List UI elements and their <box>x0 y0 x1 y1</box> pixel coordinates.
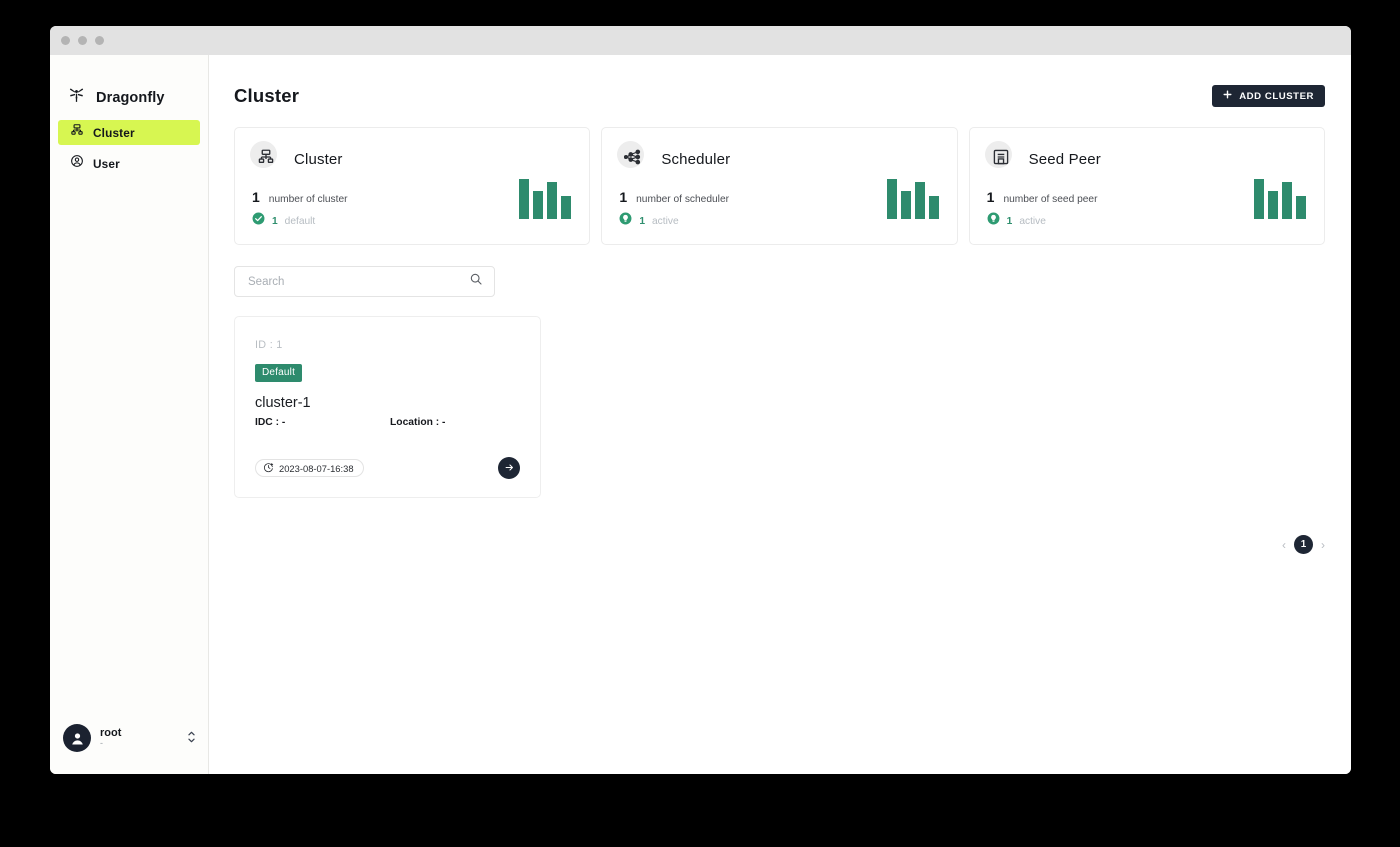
stat-card-header: Seed Peer <box>984 141 1307 176</box>
bar <box>561 196 572 219</box>
dragonfly-logo-icon <box>67 86 86 110</box>
sidebar-item-user[interactable]: User <box>58 151 200 176</box>
chevron-up-down-icon[interactable] <box>187 729 196 747</box>
cluster-icon <box>70 123 84 142</box>
stat-sub-text: active <box>1019 215 1046 227</box>
bar <box>1295 196 1306 219</box>
stat-cards: Cluster 1 number of cluster 1 default Sc… <box>234 127 1325 245</box>
search-box[interactable] <box>234 266 495 297</box>
search-icon[interactable] <box>469 272 483 291</box>
sidebar-item-cluster[interactable]: Cluster <box>58 120 200 145</box>
brand: Dragonfly <box>50 55 208 113</box>
bar <box>1281 182 1292 219</box>
cluster-idc: IDC : - <box>255 417 286 428</box>
sidebar-user-footer[interactable]: root - <box>50 702 208 774</box>
user-name: root <box>100 726 122 739</box>
stat-sub-number: 1 <box>639 215 645 227</box>
user-icon <box>70 154 84 173</box>
pagination-page-1[interactable]: 1 <box>1294 535 1313 554</box>
stat-card-title: Cluster <box>294 150 343 168</box>
sidebar-item-label: Cluster <box>93 125 135 140</box>
sidebar-nav: Cluster User <box>50 120 208 182</box>
page-header: Cluster ADD CLUSTER <box>234 77 1325 115</box>
bar <box>886 179 897 219</box>
stat-card-header: Cluster <box>250 141 572 176</box>
scheduler-glyph-icon <box>624 148 642 171</box>
bar <box>547 182 558 219</box>
stat-card-cluster: Cluster 1 number of cluster 1 default <box>234 127 591 245</box>
clock-plus-icon <box>263 462 274 475</box>
close-window-button[interactable] <box>61 36 70 45</box>
cluster-card[interactable]: ID : 1 Default cluster-1 IDC : - Locatio… <box>234 316 541 498</box>
bar <box>914 182 925 219</box>
cluster-card-footer: 2023-08-07-16:38 <box>255 457 520 479</box>
bar <box>519 179 530 219</box>
search-input[interactable] <box>248 275 469 288</box>
sparkline-chart <box>519 175 572 219</box>
stat-sub-number: 1 <box>272 215 278 227</box>
window-titlebar <box>50 26 1351 55</box>
stat-label: number of scheduler <box>636 194 729 205</box>
add-cluster-label: ADD CLUSTER <box>1239 90 1314 102</box>
stat-card-title: Seed Peer <box>1028 150 1101 168</box>
sparkline-chart <box>886 175 939 219</box>
check-circle-icon <box>252 212 265 230</box>
maximize-window-button[interactable] <box>95 36 104 45</box>
sidebar-item-label: User <box>93 156 120 171</box>
cluster-name: cluster-1 <box>255 395 311 411</box>
cluster-detail-button[interactable] <box>498 457 520 479</box>
sparkline-chart <box>1253 175 1306 219</box>
add-cluster-button[interactable]: ADD CLUSTER <box>1212 85 1325 107</box>
page-title: Cluster <box>234 85 300 106</box>
bar <box>1253 179 1264 219</box>
plus-icon <box>1223 90 1232 102</box>
scheduler-icon <box>617 141 649 174</box>
stat-label: number of seed peer <box>1003 194 1098 205</box>
seed-peer-glyph-icon <box>992 148 1010 171</box>
cluster-id: ID : 1 <box>255 339 283 351</box>
pagination-prev-button[interactable]: ‹ <box>1282 538 1286 552</box>
stat-sub-number: 1 <box>1006 215 1013 227</box>
stat-sub-text: active <box>652 215 679 227</box>
status-badge: Default <box>255 364 303 382</box>
bar <box>1267 191 1278 219</box>
avatar <box>63 724 91 752</box>
cluster-meta: IDC : - Location : - <box>255 417 520 428</box>
arrow-right-icon <box>504 461 515 476</box>
stat-card-header: Scheduler <box>617 141 939 176</box>
pagination: ‹ 1 › <box>1282 535 1325 554</box>
cluster-glyph-icon <box>257 148 275 171</box>
stat-number: 1 <box>619 189 628 205</box>
pagination-next-button[interactable]: › <box>1321 538 1325 552</box>
stat-card-scheduler: Scheduler 1 number of scheduler 1 active <box>601 127 958 245</box>
bar <box>928 196 939 219</box>
sidebar: Dragonfly Cluster User root - <box>50 55 209 774</box>
status-active-icon <box>987 212 1000 230</box>
user-meta: root - <box>100 726 178 749</box>
cluster-icon <box>250 141 282 174</box>
stat-number: 1 <box>986 189 995 205</box>
stat-label: number of cluster <box>268 194 348 205</box>
cluster-location: Location : - <box>390 417 446 428</box>
timestamp-chip: 2023-08-07-16:38 <box>255 459 364 477</box>
stat-card-seed-peer: Seed Peer 1 number of seed peer 1 active <box>968 127 1325 245</box>
stat-number: 1 <box>252 189 260 205</box>
timestamp-text: 2023-08-07-16:38 <box>279 462 354 474</box>
main-content: Cluster ADD CLUSTER Cluster 1 number of … <box>209 55 1351 774</box>
app-window: Dragonfly Cluster User root - Cluster AD… <box>50 26 1351 774</box>
seed-peer-icon <box>984 141 1017 174</box>
user-subtitle: - <box>100 738 103 749</box>
status-active-icon <box>619 212 632 230</box>
minimize-window-button[interactable] <box>78 36 87 45</box>
stat-sub-text: default <box>284 215 316 227</box>
bar <box>900 191 911 219</box>
bar <box>533 191 544 219</box>
stat-card-title: Scheduler <box>661 150 731 168</box>
brand-name: Dragonfly <box>96 89 165 106</box>
